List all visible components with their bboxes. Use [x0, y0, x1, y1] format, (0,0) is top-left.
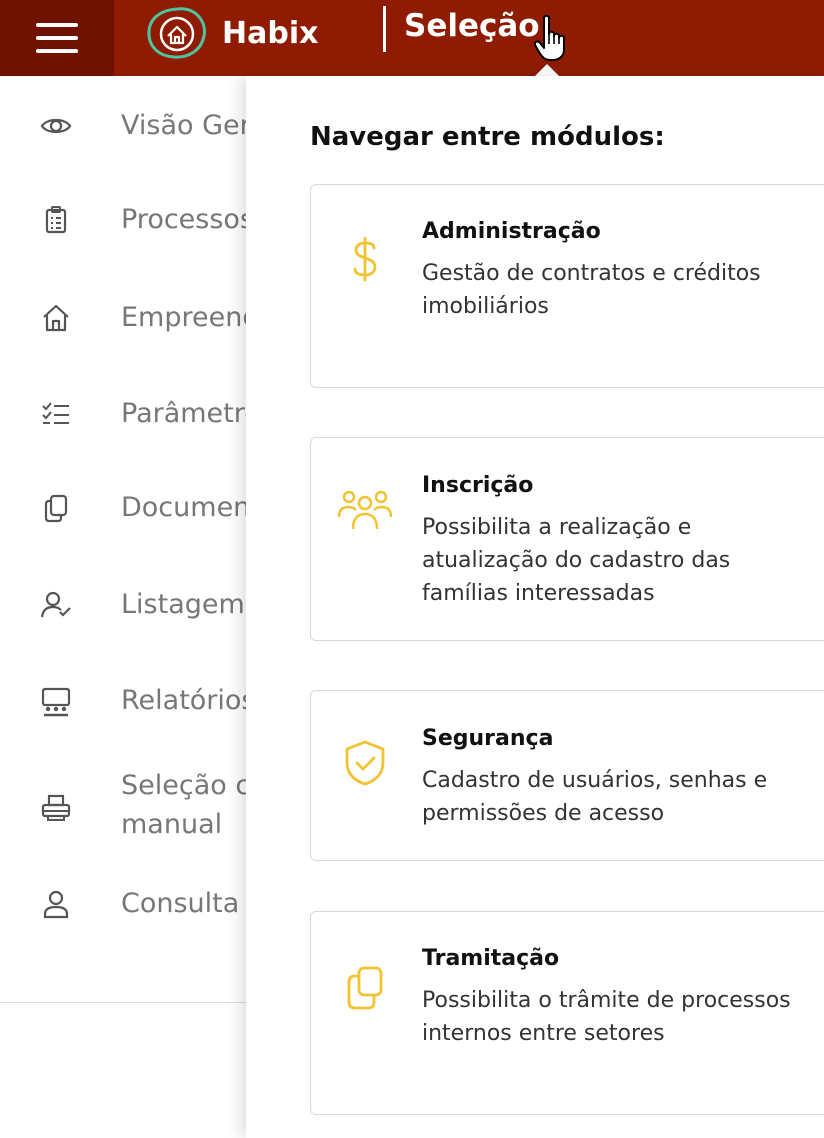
hamburger-icon — [36, 23, 78, 53]
sidebar: Visão Geral Processos Empreendimentos Pa… — [0, 76, 368, 1138]
sidebar-item-parametros[interactable]: Parâmetros — [0, 394, 275, 434]
checklist-icon — [40, 398, 72, 430]
shield-check-icon — [337, 735, 393, 791]
sidebar-item-processos[interactable]: Processos — [0, 200, 254, 240]
sidebar-item-documentos[interactable]: Documentos — [0, 488, 291, 528]
sidebar-item-selecao-manual[interactable]: Seleção c manual — [0, 766, 250, 846]
card-title: Tramitação — [422, 946, 560, 971]
sidebar-item-listagem[interactable]: Listagem — [0, 585, 250, 625]
card-description: Possibilita o trâmite de processos inter… — [422, 988, 791, 1046]
module-card-seguranca[interactable]: Segurança Cadastro de usuários, senhas e… — [310, 690, 824, 861]
eye-icon — [40, 110, 72, 142]
sidebar-item-relatorios[interactable]: Relatórios — [0, 681, 256, 721]
copy-icon — [40, 492, 72, 524]
module-card-inscricao[interactable]: Inscrição Possibilita a realização e atu… — [310, 437, 824, 641]
menu-button[interactable] — [0, 0, 114, 76]
sidebar-item-label: Processos — [121, 204, 255, 235]
module-card-administracao[interactable]: Administração Gestão de contratos e créd… — [310, 184, 824, 388]
card-title: Administração — [422, 219, 601, 244]
sidebar-item-label: Relatórios — [121, 685, 256, 716]
copy-icon — [337, 960, 393, 1016]
sidebar-item-consulta[interactable]: Consulta — [0, 884, 250, 924]
module-card-tramitacao[interactable]: Tramitação Possibilita o trâmite de proc… — [310, 911, 824, 1115]
brand-name: Habix — [222, 15, 319, 51]
sidebar-divider — [0, 1002, 250, 1003]
top-bar: Habix Seleção — [0, 0, 824, 76]
module-selector[interactable]: Seleção — [404, 8, 540, 44]
card-description: Gestão de contratos e créditos imobiliár… — [422, 261, 761, 319]
module-navigation-panel: Navegar entre módulos: Administração Ges… — [246, 76, 824, 1138]
card-description: Possibilita a realização e atualização d… — [422, 515, 731, 606]
clipboard-icon — [40, 204, 72, 236]
house-logo-icon — [147, 7, 206, 59]
hand-cursor-icon — [534, 14, 565, 61]
sidebar-item-label: Seleção c manual — [121, 770, 251, 840]
people-group-icon — [337, 482, 393, 538]
sidebar-item-label: Listagem — [121, 589, 245, 620]
dollar-icon — [337, 231, 393, 287]
card-title: Inscrição — [422, 473, 534, 498]
printer-icon — [40, 792, 72, 824]
card-title: Segurança — [422, 726, 554, 751]
sidebar-item-visao-geral[interactable]: Visão Geral — [0, 106, 275, 146]
header-divider — [383, 6, 386, 52]
house-icon — [40, 302, 72, 334]
user-icon — [40, 888, 72, 920]
brand-logo[interactable]: Habix — [144, 6, 318, 60]
sidebar-item-label: Consulta — [121, 888, 240, 919]
user-check-icon — [40, 589, 72, 621]
card-description: Cadastro de usuários, senhas e permissõe… — [422, 768, 768, 826]
presentation-icon — [40, 685, 72, 717]
panel-heading: Navegar entre módulos: — [310, 122, 665, 152]
sidebar-item-empreendimentos[interactable]: Empreendimentos — [0, 298, 368, 338]
